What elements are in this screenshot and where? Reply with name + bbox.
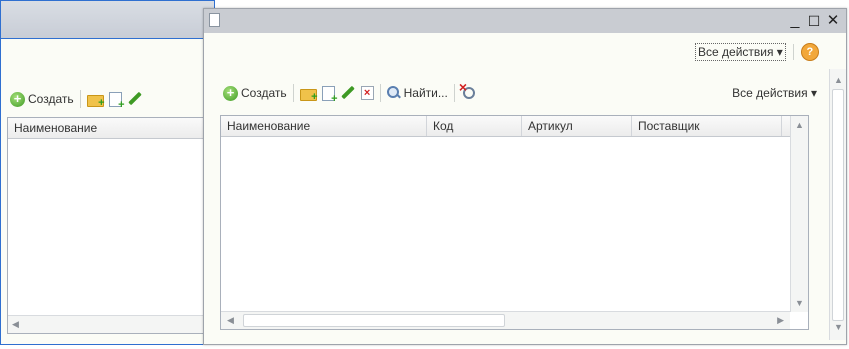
bg-edit-button[interactable] [125, 88, 145, 110]
column-header-name[interactable]: Наименование [8, 118, 215, 138]
toolbar-separator [379, 84, 381, 102]
copy-button[interactable] [319, 82, 338, 105]
column-header-name[interactable]: Наименование [221, 116, 427, 136]
minimize-button[interactable]: _ [786, 9, 804, 33]
add-folder-button[interactable] [297, 82, 319, 104]
scroll-left-arrow-icon[interactable]: ◀ [227, 315, 234, 326]
table-header: Наименование Код Артикул Поставщик [221, 116, 791, 137]
background-window: + Создать Наименование ◀ [0, 0, 216, 345]
items-table: Наименование Код Артикул Поставщик ▲ ▼ ◀… [220, 115, 809, 330]
list-all-actions-label: Все действия ▾ [732, 86, 817, 100]
scroll-up-arrow-icon[interactable]: ▲ [834, 75, 843, 85]
delete-button[interactable]: × [358, 82, 377, 104]
table-horizontal-scrollbar[interactable]: ◀ ▶ [221, 311, 790, 329]
plus-circle-icon: + [10, 91, 25, 107]
add-copy-icon [321, 85, 338, 105]
scroll-up-arrow-icon[interactable]: ▲ [795, 120, 804, 130]
background-table: Наименование ◀ [7, 117, 216, 334]
column-header-supplier[interactable]: Поставщик [632, 116, 782, 136]
find-label: Найти... [403, 86, 448, 100]
add-copy-icon [108, 91, 125, 111]
scroll-thumb[interactable] [832, 89, 844, 321]
scroll-right-arrow-icon[interactable]: ▶ [777, 315, 784, 326]
close-button[interactable]: ✕ [824, 9, 842, 33]
column-header-article[interactable]: Артикул [522, 116, 632, 136]
scroll-thumb[interactable] [243, 314, 505, 327]
delete-mark-icon: × [360, 86, 374, 100]
create-button[interactable]: + Создать [220, 82, 290, 104]
maximize-button[interactable]: ☐ [805, 9, 823, 33]
scroll-down-arrow-icon[interactable]: ▼ [834, 322, 843, 332]
toolbar-separator [79, 90, 81, 108]
bg-create-button[interactable]: + Создать [7, 88, 77, 110]
edit-pencil-icon [128, 92, 142, 106]
bg-create-label: Создать [28, 92, 74, 106]
add-folder-icon [86, 93, 105, 109]
column-header-code[interactable]: Код [427, 116, 522, 136]
form-all-actions-button[interactable]: Все действия ▾ [695, 43, 786, 61]
toolbar-separator [453, 84, 455, 102]
form-vertical-scrollbar[interactable]: ▲ ▼ [829, 69, 846, 340]
cancel-search-icon [459, 79, 477, 101]
window-titlebar[interactable]: _ ☐ ✕ [204, 9, 846, 33]
toolbar-separator [792, 44, 794, 60]
background-window-titlebar[interactable] [1, 1, 214, 39]
background-toolbar: + Создать [7, 87, 145, 111]
table-header: Наименование [8, 118, 215, 139]
edit-pencil-icon [341, 86, 355, 100]
add-folder-icon [299, 87, 318, 103]
list-toolbar: + Создать × Найти... Все действия ▾ [220, 79, 820, 105]
plus-circle-icon: + [223, 85, 238, 101]
find-button[interactable]: Найти... [384, 82, 451, 104]
table-vertical-scrollbar[interactable]: ▲ ▼ [790, 116, 808, 312]
scroll-down-arrow-icon[interactable]: ▼ [795, 298, 804, 308]
scroll-left-arrow-icon[interactable]: ◀ [12, 319, 19, 330]
bg-copy-button[interactable] [106, 88, 125, 111]
list-all-actions-button[interactable]: Все действия ▾ [729, 82, 820, 104]
form-header-actions: Все действия ▾ ? [695, 41, 819, 63]
bg-add-folder-button[interactable] [84, 88, 106, 110]
create-label: Создать [241, 86, 287, 100]
document-icon [209, 13, 220, 27]
toolbar-separator [292, 84, 294, 102]
edit-button[interactable] [338, 82, 358, 104]
form-window: _ ☐ ✕ Все действия ▾ ? + Создать × Найти… [203, 8, 847, 345]
cancel-search-button[interactable] [458, 79, 480, 104]
help-icon[interactable]: ? [800, 43, 819, 61]
search-icon [386, 86, 401, 100]
table-body[interactable] [221, 137, 790, 311]
horizontal-scrollbar[interactable]: ◀ [8, 315, 215, 333]
